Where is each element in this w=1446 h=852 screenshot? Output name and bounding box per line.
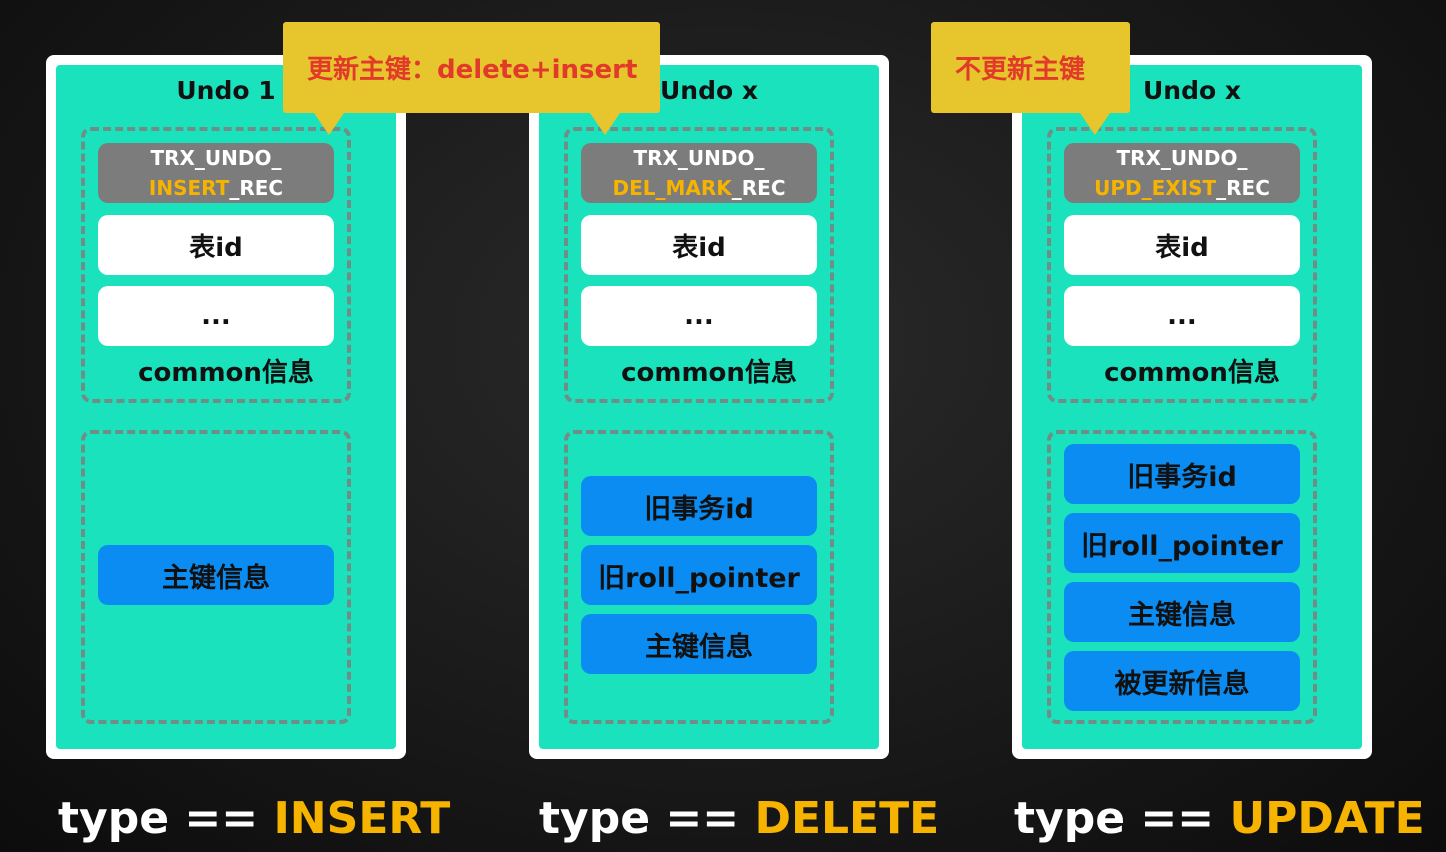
record-type-box: TRX_UNDO_ UPD_EXIST_REC [1064,143,1300,203]
table-id-box: 表id [581,215,817,275]
record-type-box: TRX_UNDO_ DEL_MARK_REC [581,143,817,203]
record-type-highlight: INSERT [148,176,230,200]
callout-no-update-primary-key: 不更新主键 [931,22,1130,113]
undo-panel-update: Undo x TRX_UNDO_ UPD_EXIST_REC 表id ... c… [1012,55,1372,759]
type-label-update: type == UPDATE [1014,793,1425,844]
common-info-label: common信息 [1104,358,1280,388]
type-label-keyword: INSERT [273,793,451,844]
record-type-line1: TRX_UNDO_ [1116,146,1248,170]
record-type-line1: TRX_UNDO_ [633,146,765,170]
type-label-delete: type == DELETE [539,793,939,844]
record-type-suffix: _REC [1216,176,1270,200]
common-info-label: common信息 [621,358,797,388]
record-type-suffix: _REC [731,176,786,200]
undo-panel-delete: Undo x TRX_UNDO_ DEL_MARK_REC 表id ... co… [529,55,889,759]
record-type-line2: DEL_MARK_REC [612,173,785,203]
callout-arrow-down-right [314,113,344,135]
old-roll-pointer-box: 旧roll_pointer [1064,513,1300,573]
old-trx-id-box: 旧事务id [1064,444,1300,504]
primary-key-info-box: 主键信息 [1064,582,1300,642]
undo-panel-insert: Undo 1 TRX_UNDO_ INSERT_REC 表id ... comm… [46,55,406,759]
table-id-box: 表id [98,215,334,275]
type-label-insert: type == INSERT [58,793,450,844]
updated-info-box: 被更新信息 [1064,651,1300,711]
callout-arrow-down-left [590,113,620,135]
record-type-highlight: UPD_EXIST [1094,176,1217,200]
primary-key-info-box: 主键信息 [98,545,334,605]
old-roll-pointer-box: 旧roll_pointer [581,545,817,605]
callout-update-primary-key: 更新主键：delete+insert [283,22,660,113]
callout-text: 不更新主键 [955,55,1086,85]
record-type-box: TRX_UNDO_ INSERT_REC [98,143,334,203]
record-type-line1: TRX_UNDO_ [150,146,282,170]
type-label-keyword: DELETE [754,793,940,844]
primary-key-info-box: 主键信息 [581,614,817,674]
record-type-highlight: DEL_MARK [612,176,732,200]
callout-arrow-down [1080,113,1110,135]
record-type-suffix: _REC [229,176,284,200]
ellipsis-box: ... [1064,286,1300,346]
type-label-prefix: type == [58,793,259,844]
common-info-label: common信息 [138,358,314,388]
old-trx-id-box: 旧事务id [581,476,817,536]
callout-text: 更新主键：delete+insert [307,55,638,85]
type-label-prefix: type == [1014,793,1215,844]
ellipsis-box: ... [98,286,334,346]
ellipsis-box: ... [581,286,817,346]
type-label-prefix: type == [539,793,740,844]
record-type-line2: UPD_EXIST_REC [1094,173,1270,203]
table-id-box: 表id [1064,215,1300,275]
type-label-keyword: UPDATE [1229,793,1425,844]
record-type-line2: INSERT_REC [149,173,283,203]
